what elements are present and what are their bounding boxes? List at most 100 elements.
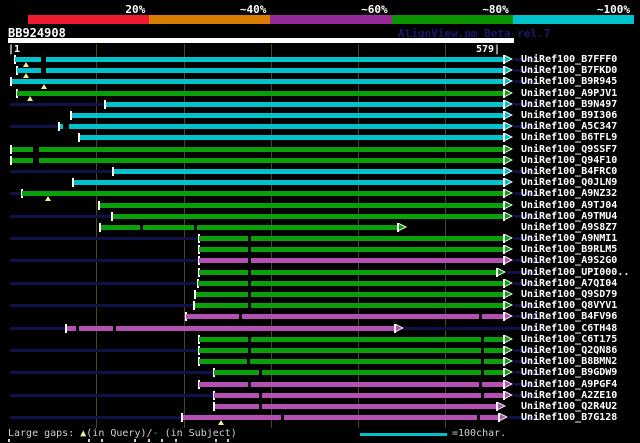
hit-label[interactable]: UniRef100_B4FV96: [521, 311, 617, 322]
alignment-bar[interactable]: [105, 101, 505, 107]
alignment-bar[interactable]: [99, 202, 505, 208]
hit-label[interactable]: UniRef100_B9I306: [521, 110, 617, 121]
subject-gap-marker: [476, 415, 480, 421]
alignment-bar[interactable]: [199, 236, 505, 241]
subject-gap-marker: [75, 325, 79, 331]
alignment-bar[interactable]: [214, 370, 505, 376]
alignment-bar[interactable]: [112, 213, 505, 219]
hit-label[interactable]: UniRef100_B6TFL9: [521, 132, 617, 143]
alignment-bar[interactable]: [79, 135, 505, 141]
hit-label[interactable]: UniRef100_A5C347: [521, 121, 617, 132]
end-arrow-icon: [505, 369, 512, 376]
alignment-bar[interactable]: [22, 191, 505, 197]
end-arrow-icon: [505, 246, 512, 253]
alignment-bar[interactable]: [73, 180, 505, 186]
hit-label[interactable]: UniRef100_A7QI04: [521, 278, 617, 289]
hit-label[interactable]: UniRef100_C6TH48: [521, 323, 617, 334]
alignment-bar[interactable]: [11, 79, 505, 85]
alignment-bar[interactable]: [195, 292, 505, 297]
hit-label[interactable]: UniRef100_B9RLM5: [521, 244, 617, 255]
subject-gap-marker: [248, 269, 252, 275]
ruler-start-label: |1: [8, 44, 21, 55]
alignment-bar[interactable]: [199, 247, 505, 253]
alignment-bar[interactable]: [17, 90, 505, 96]
hit-label[interactable]: UniRef100_A9NZ32: [521, 188, 617, 199]
hit-label[interactable]: UniRef100_A9TMU4: [521, 211, 617, 222]
hit-label[interactable]: UniRef100_Q2QN86: [521, 345, 617, 356]
end-arrow-icon: [505, 313, 512, 320]
hit-label[interactable]: UniRef100_Q8VYV1: [521, 300, 617, 311]
subject-gap-marker: [479, 381, 483, 387]
alignment-bar[interactable]: [199, 381, 505, 387]
alignment-bar[interactable]: [198, 280, 505, 286]
subject-lead-line: [10, 304, 195, 308]
hit-label[interactable]: UniRef100_B9GDW9: [521, 367, 617, 378]
scale-segment: [512, 15, 634, 24]
hit-label[interactable]: UniRef100_A2ZE10: [521, 390, 617, 401]
alignment-bar[interactable]: [15, 57, 505, 62]
end-arrow-icon: [505, 358, 512, 365]
alignment-bar[interactable]: [194, 303, 505, 309]
end-arrow-icon: [505, 145, 512, 152]
alignview-screen: 20% ~40% ~60% ~80% ~100% BB924908 AlignView.…: [0, 0, 640, 443]
alignment-bar[interactable]: [11, 157, 505, 163]
alignment-bar[interactable]: [214, 392, 505, 398]
subject-gap-marker: [481, 336, 485, 342]
alignment-bar[interactable]: [199, 258, 505, 264]
alignment-bar[interactable]: [100, 224, 399, 230]
hit-label[interactable]: UniRef100_Q2R4U2: [521, 401, 617, 412]
hit-label[interactable]: UniRef100_Q9SD79: [521, 289, 617, 300]
subject-lead-line: [10, 416, 183, 420]
hit-label[interactable]: UniRef100_A9TJ04: [521, 200, 617, 211]
end-arrow-icon: [505, 134, 512, 141]
alignment-bar[interactable]: [199, 347, 505, 353]
hit-label[interactable]: UniRef100_B9R945: [521, 76, 617, 87]
hit-label[interactable]: UniRef100_B9N497: [521, 99, 617, 110]
end-arrow-icon: [505, 346, 512, 353]
subject-gap-marker: [258, 392, 262, 398]
hit-label[interactable]: UniRef100_B7G128: [521, 412, 617, 423]
alignment-bar[interactable]: [17, 68, 505, 74]
hit-label[interactable]: UniRef100_A9PGF4: [521, 379, 617, 390]
end-arrow-icon: [505, 291, 512, 297]
hit-label[interactable]: UniRef100_Q9SSF7: [521, 144, 617, 155]
alignment-bar[interactable]: [11, 146, 505, 152]
hit-label[interactable]: UniRef100_B7FFF0: [521, 54, 617, 65]
subject-lead-line: [10, 393, 214, 397]
alignment-bar[interactable]: [59, 124, 505, 130]
alignment-bar[interactable]: [199, 336, 505, 342]
subject-gap-marker: [481, 347, 485, 353]
end-arrow-icon: [505, 123, 512, 130]
subject-gap-marker: [248, 280, 252, 286]
scale-segment: [270, 15, 392, 24]
end-arrow-icon: [505, 380, 512, 387]
hit-label[interactable]: UniRef100_A9NMI1: [521, 233, 617, 244]
end-arrow-icon: [505, 302, 512, 309]
query-gap-text: (in Query)/: [86, 428, 153, 439]
hit-label[interactable]: UniRef100_B4FRC0: [521, 166, 617, 177]
hit-label[interactable]: UniRef100_UPI000..: [521, 267, 629, 278]
hit-label[interactable]: UniRef100_Q0JLN9: [521, 177, 617, 188]
end-arrow-icon: [505, 201, 512, 208]
end-arrow-icon: [505, 335, 512, 342]
alignment-bar[interactable]: [71, 112, 505, 118]
hit-label[interactable]: UniRef100_A9PJV1: [521, 88, 617, 99]
alignment-bar[interactable]: [186, 314, 505, 320]
hit-label[interactable]: UniRef100_A9S2G0: [521, 255, 617, 266]
alignment-bar[interactable]: [182, 415, 500, 421]
hit-label[interactable]: UniRef100_B7FKD0: [521, 65, 617, 76]
truncated-text-fragment: [227, 439, 229, 442]
hit-label[interactable]: UniRef100_C6T175: [521, 334, 617, 345]
alignment-bar[interactable]: [113, 168, 505, 174]
alignment-bar[interactable]: [214, 403, 498, 409]
subject-gap-marker: [248, 381, 252, 387]
hit-label[interactable]: UniRef100_Q94F10: [521, 155, 617, 166]
scale-legend-swatch-icon: [360, 433, 447, 436]
alignment-bar[interactable]: [199, 359, 505, 365]
alignment-bar[interactable]: [199, 269, 498, 275]
hit-label[interactable]: UniRef100_A9S8Z7: [521, 222, 617, 233]
scale-segment: [149, 15, 271, 24]
subject-gap-marker: [248, 247, 252, 253]
hit-label[interactable]: UniRef100_B8BMN2: [521, 356, 617, 367]
subject-gap-text: (in Subject): [158, 428, 237, 439]
